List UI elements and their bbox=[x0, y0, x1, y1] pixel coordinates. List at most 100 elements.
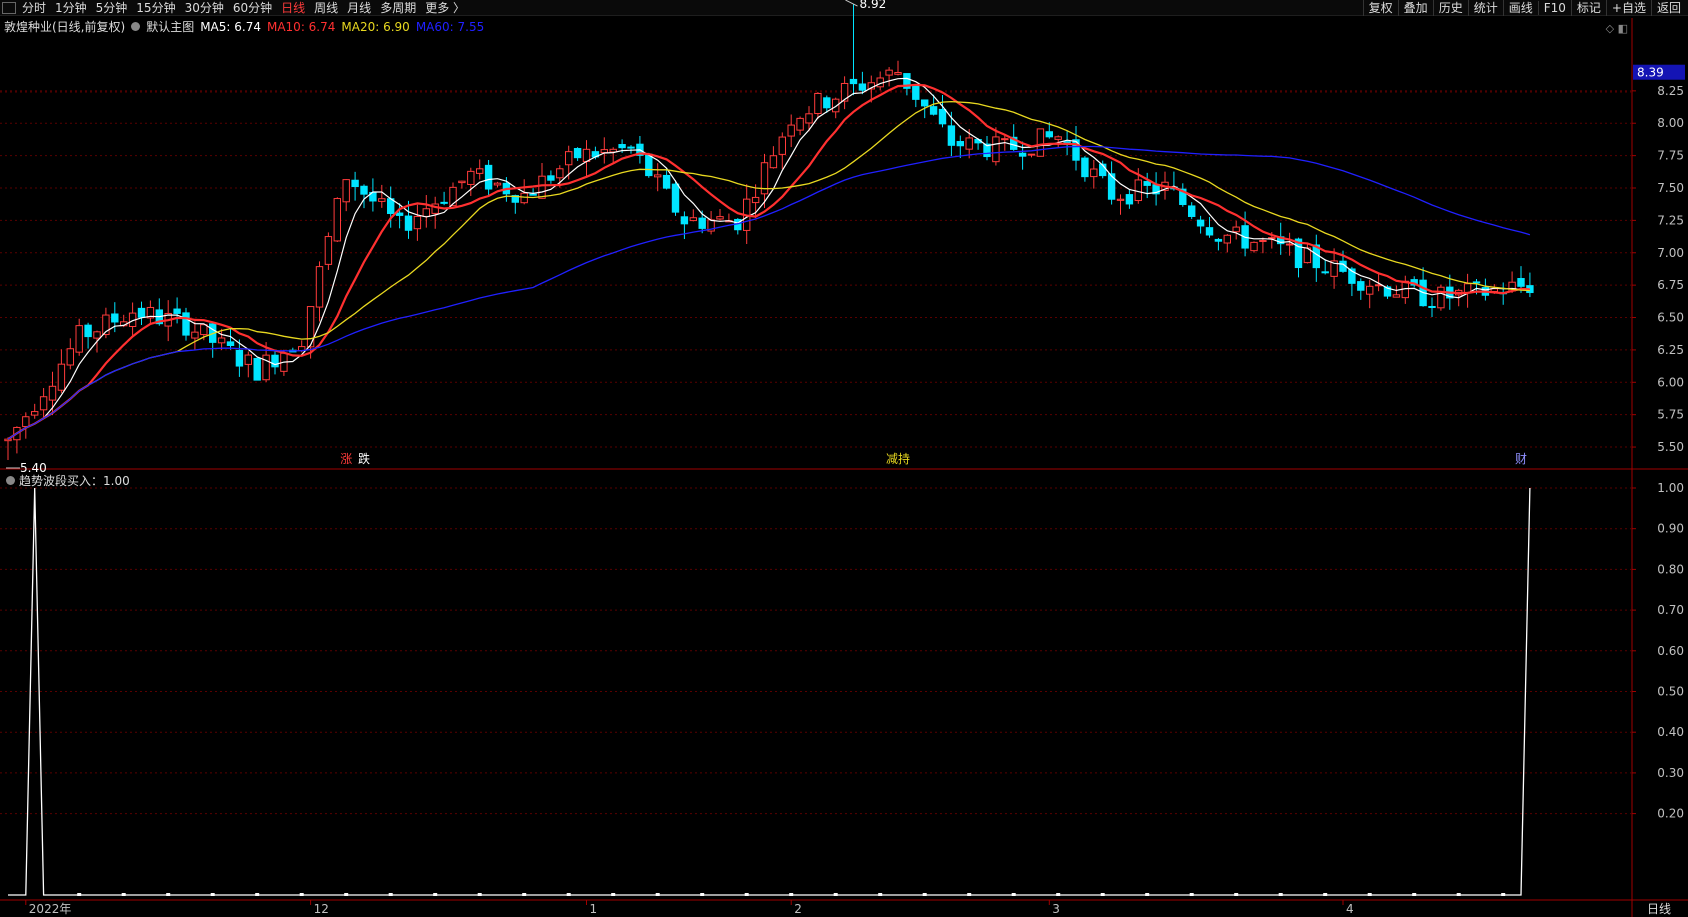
indicator-dot bbox=[1189, 893, 1194, 896]
candle-body bbox=[1036, 128, 1045, 157]
candle-body bbox=[1357, 281, 1365, 291]
candle-body bbox=[395, 212, 404, 216]
indicator-dot bbox=[121, 893, 126, 896]
candle-body bbox=[912, 85, 920, 100]
indicator-tick-label: 0.50 bbox=[1657, 685, 1684, 699]
period-switch-label[interactable]: 日线 bbox=[1630, 900, 1688, 917]
candle-body bbox=[217, 337, 226, 344]
candle-body bbox=[66, 348, 74, 366]
indicator-dot bbox=[700, 893, 705, 896]
time-axis-label: 1 bbox=[590, 902, 598, 916]
time-axis-label: 12 bbox=[314, 902, 329, 916]
candle-body bbox=[645, 153, 653, 177]
candle-body bbox=[778, 136, 786, 155]
indicator-dot bbox=[344, 893, 349, 896]
candle-body bbox=[4, 438, 12, 442]
price-tick-label: 7.00 bbox=[1657, 246, 1684, 260]
indicator-tick-label: 1.00 bbox=[1657, 481, 1684, 495]
indicator-tick-label: 0.40 bbox=[1657, 725, 1684, 739]
candle-body bbox=[1188, 205, 1196, 217]
candle-body bbox=[814, 92, 822, 115]
candle-body bbox=[342, 179, 350, 203]
indicator-dot bbox=[833, 893, 838, 896]
indicator-dot bbox=[433, 893, 438, 896]
candle-body bbox=[929, 106, 938, 115]
candle-body bbox=[823, 97, 831, 109]
candle-body bbox=[947, 125, 956, 146]
candle-body bbox=[600, 149, 608, 154]
candle-body bbox=[449, 186, 457, 207]
event-marker-0: 涨 bbox=[340, 451, 352, 466]
candle-body bbox=[1223, 234, 1231, 244]
candle-body bbox=[1472, 281, 1481, 284]
price-tick-label: 6.75 bbox=[1657, 278, 1684, 292]
candle-body bbox=[48, 385, 57, 401]
candle-body bbox=[484, 164, 493, 190]
indicator-dot bbox=[878, 893, 883, 896]
candle-body bbox=[849, 78, 858, 85]
candle-body bbox=[458, 180, 466, 184]
candle-body bbox=[324, 236, 333, 265]
candle-body bbox=[315, 266, 324, 308]
indicator-dot bbox=[522, 893, 527, 896]
candle-body bbox=[938, 108, 947, 125]
indicator-dot bbox=[1145, 893, 1150, 896]
indicator-dot bbox=[744, 893, 749, 896]
candle-body bbox=[885, 69, 893, 76]
candle-body bbox=[111, 313, 119, 323]
indicator-dot bbox=[1234, 893, 1239, 896]
indicator-tick-label: 0.70 bbox=[1657, 603, 1684, 617]
candle-body bbox=[716, 216, 724, 220]
indicator-tick-label: 0.20 bbox=[1657, 807, 1684, 821]
candle-body bbox=[1045, 131, 1053, 138]
candle-body bbox=[182, 312, 190, 336]
candle-body bbox=[351, 179, 359, 188]
indicator-dot bbox=[166, 893, 171, 896]
candle-body bbox=[565, 151, 573, 166]
candle-body bbox=[1072, 139, 1080, 161]
price-tick-label: 7.50 bbox=[1657, 181, 1684, 195]
candle-body bbox=[235, 349, 244, 367]
candle-body bbox=[805, 113, 813, 124]
candle-body bbox=[1196, 219, 1205, 227]
candle-body bbox=[84, 324, 92, 338]
indicator-dot bbox=[1412, 893, 1417, 896]
indicator-dot bbox=[789, 893, 794, 896]
price-tick-label: 7.25 bbox=[1657, 213, 1684, 227]
candle-body bbox=[31, 411, 39, 416]
indicator-dot bbox=[611, 893, 616, 896]
candle-body bbox=[538, 175, 546, 199]
candle-body bbox=[1214, 238, 1223, 242]
candle-body bbox=[787, 124, 795, 137]
candle-body bbox=[1437, 286, 1445, 309]
candle-body bbox=[1027, 153, 1036, 156]
candle-body bbox=[1232, 226, 1240, 233]
indicator-dot bbox=[1323, 893, 1328, 896]
candle-body bbox=[680, 216, 689, 225]
candle-body bbox=[253, 357, 261, 381]
kline-chart[interactable]: 8.25 8.00 7.75 7.50 7.25 7.00 6.75 6.50 6.25 6.00… bbox=[0, 0, 1688, 917]
indicator-dot bbox=[255, 893, 260, 896]
candle-body bbox=[360, 185, 368, 195]
candle-body bbox=[627, 146, 635, 149]
indicator-dot bbox=[77, 893, 82, 896]
indicator-tick-label: 0.90 bbox=[1657, 522, 1684, 536]
candle-body bbox=[226, 341, 235, 346]
candle-body bbox=[1054, 136, 1062, 140]
candle-body bbox=[1090, 168, 1098, 178]
candle-body bbox=[965, 137, 973, 150]
candle-body bbox=[520, 192, 528, 204]
candle-body bbox=[1081, 157, 1089, 178]
time-axis-label: 2 bbox=[794, 902, 802, 916]
candle-body bbox=[662, 174, 671, 189]
indicator-dot bbox=[1011, 893, 1016, 896]
candle-body bbox=[956, 141, 964, 147]
candle-body bbox=[1250, 241, 1258, 252]
candle-body bbox=[404, 215, 413, 231]
candle-body bbox=[1321, 271, 1329, 274]
candle-body bbox=[57, 363, 66, 391]
candle-body bbox=[1125, 194, 1134, 205]
candle-body bbox=[858, 83, 867, 91]
candle-body bbox=[244, 354, 253, 365]
candle-body bbox=[529, 193, 537, 196]
